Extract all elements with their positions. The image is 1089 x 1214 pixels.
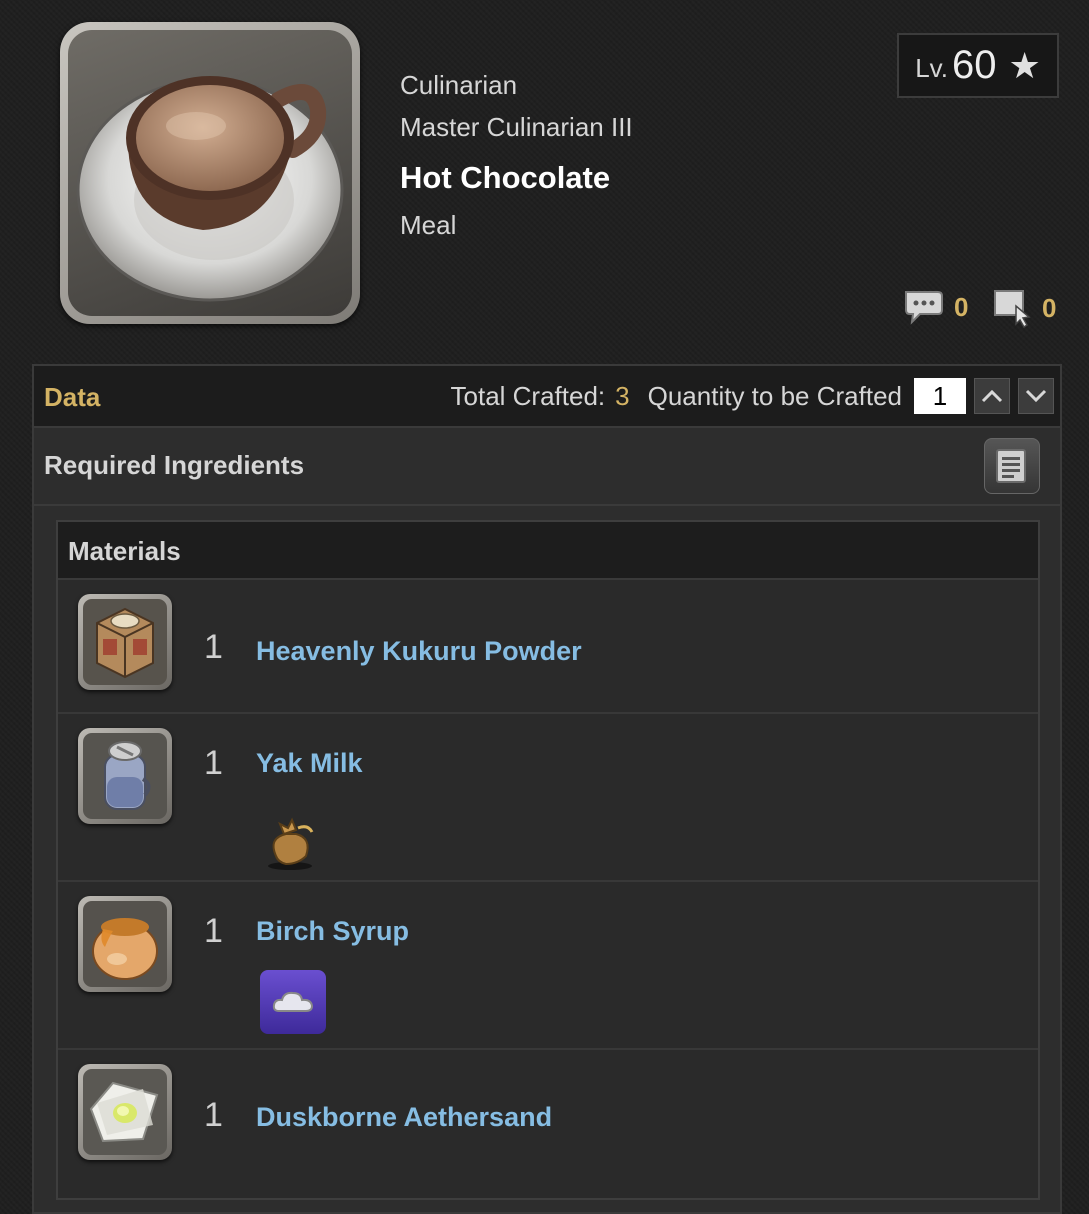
recipe-book: Master Culinarian III [400, 112, 633, 142]
material-link-yak-milk[interactable]: Yak Milk [256, 748, 363, 779]
level-badge: Lv. 60 ★ [897, 33, 1059, 98]
material-qty: 1 [204, 744, 223, 782]
data-label: Data [44, 382, 101, 412]
quantity-down-button[interactable] [1018, 378, 1054, 414]
comment-bubble-icon [905, 291, 943, 325]
material-qty: 1 [204, 628, 223, 666]
material-qty: 1 [204, 912, 223, 950]
aethersand-icon[interactable] [78, 1064, 172, 1160]
chevron-up-icon [981, 389, 1003, 403]
material-link-duskborne-aethersand[interactable]: Duskborne Aethersand [256, 1102, 552, 1133]
cloud-icon[interactable] [258, 968, 328, 1036]
crafting-class: Culinarian [400, 70, 518, 100]
required-ingredients-label: Required Ingredients [44, 450, 305, 480]
total-crafted-value: 3 [615, 380, 630, 411]
syrup-pot-icon[interactable] [78, 896, 172, 992]
milk-jar-icon[interactable] [78, 728, 172, 824]
level-value: 60 [951, 43, 997, 87]
recipe-panel: Data Total Crafted: 3 Quantity to be Cra… [32, 364, 1062, 1214]
quantity-label: Quantity to be Crafted [647, 380, 902, 411]
pointer-note-icon [994, 290, 1031, 328]
powder-crate-icon[interactable] [78, 594, 172, 690]
required-ingredients-row: Required Ingredients [34, 428, 1060, 506]
logs-count: 0 [1042, 292, 1057, 323]
comments-counter[interactable]: 0 [902, 288, 968, 326]
chevron-down-icon [1025, 389, 1047, 403]
material-link-heavenly-kukuru-powder[interactable]: Heavenly Kukuru Powder [256, 636, 582, 667]
level-prefix: Lv. [915, 53, 948, 83]
item-name: Hot Chocolate [400, 160, 611, 195]
data-bar: Data Total Crafted: 3 Quantity to be Cra… [34, 366, 1060, 428]
comments-count: 0 [954, 291, 969, 322]
craft-controls: Total Crafted: 3 Quantity to be Crafted [451, 366, 1060, 426]
material-qty: 1 [204, 1096, 223, 1134]
material-row: 1 Heavenly Kukuru Powder [58, 580, 1038, 714]
item-icon-frame [60, 22, 360, 324]
ingredient-list-button[interactable] [984, 438, 1040, 494]
hot-chocolate-icon [68, 30, 352, 316]
item-type: Meal [400, 210, 457, 240]
total-crafted-label: Total Crafted: [450, 380, 606, 411]
materials-table: Materials 1 Heavenly Kukuru Powder 1 Yak… [56, 520, 1040, 1200]
gil-pouch-icon[interactable] [258, 804, 328, 872]
quantity-input[interactable] [914, 378, 966, 414]
star-icon: ★ [1008, 44, 1041, 86]
document-list-icon [996, 449, 1026, 483]
materials-header: Materials [58, 522, 1038, 580]
material-row: 1 Yak Milk [58, 714, 1038, 882]
quantity-up-button[interactable] [974, 378, 1010, 414]
logs-counter[interactable]: 0 [992, 288, 1056, 328]
material-row: 1 Birch Syrup [58, 882, 1038, 1050]
material-link-birch-syrup[interactable]: Birch Syrup [256, 916, 409, 947]
material-row: 1 Duskborne Aethersand [58, 1050, 1038, 1200]
